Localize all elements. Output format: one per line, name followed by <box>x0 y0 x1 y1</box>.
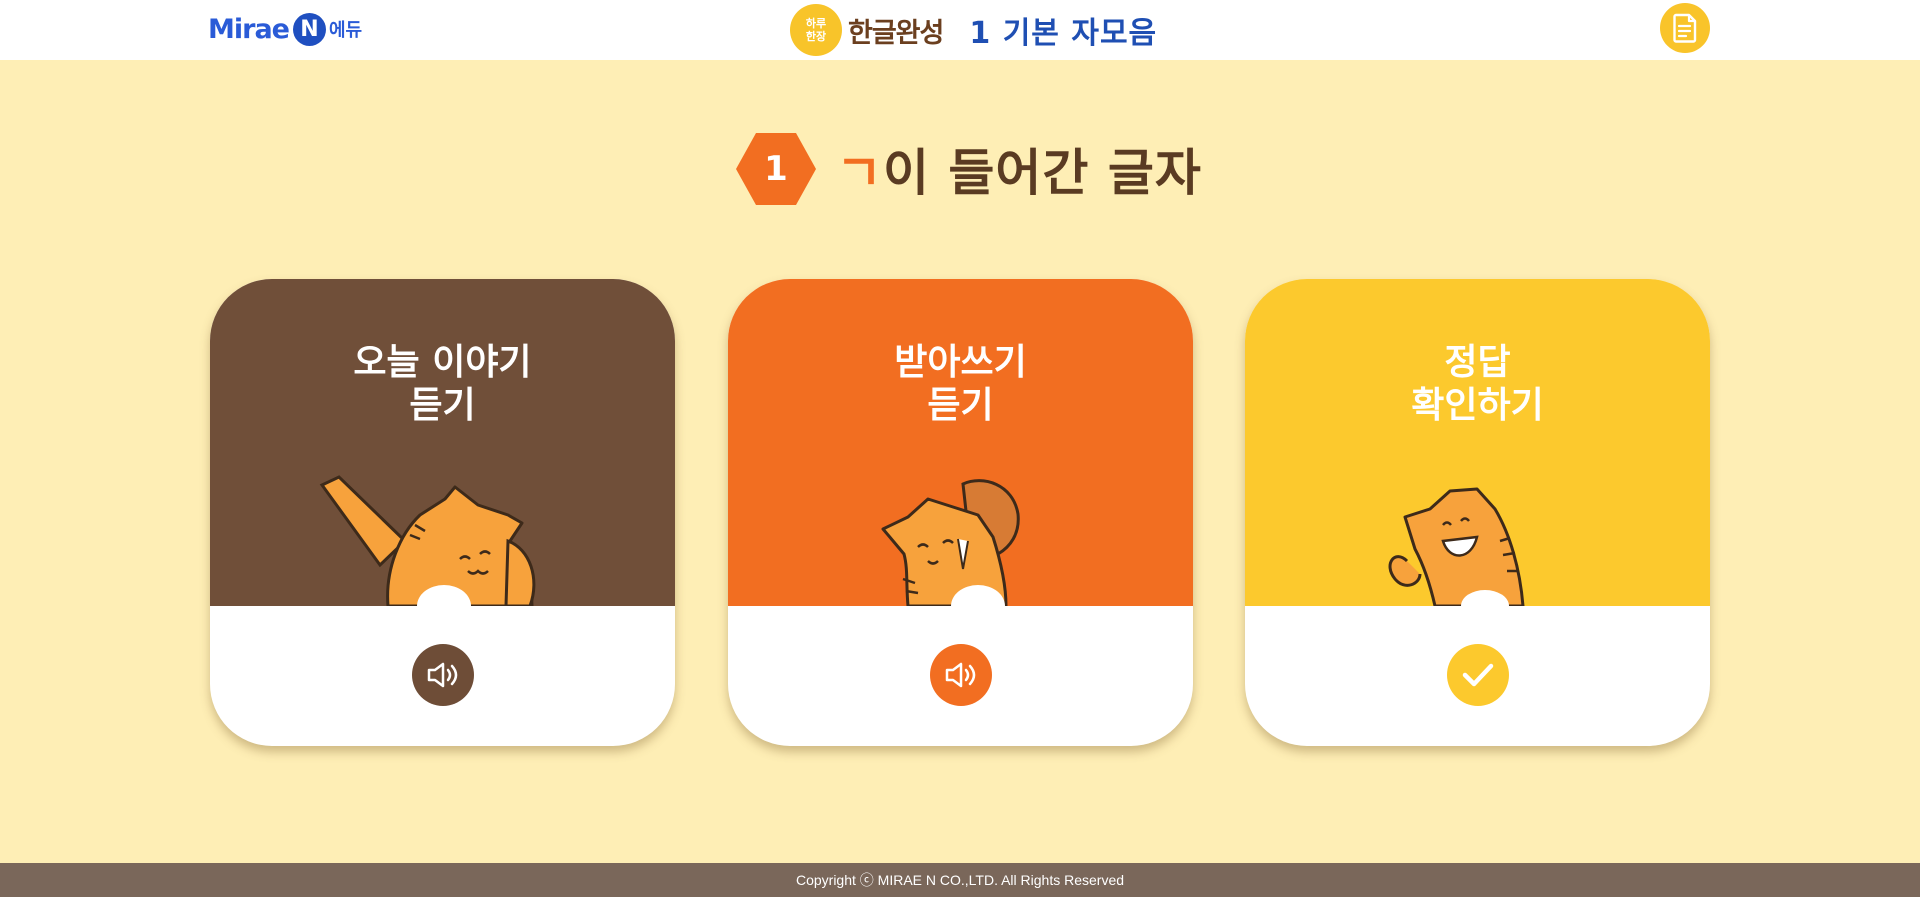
card-listen-story[interactable]: 오늘 이야기 듣기 <box>210 279 675 746</box>
document-icon <box>1673 13 1697 43</box>
check-icon <box>1462 663 1494 687</box>
title-rest: 이 들어간 글자 <box>883 144 1202 202</box>
card-listen-story-button[interactable] <box>412 644 474 706</box>
speaker-icon <box>945 662 976 688</box>
footer: Copyright ⓒ MIRAE N CO.,LTD. All Rights … <box>0 863 1920 897</box>
lesson-title-text: ㄱ이 들어간 글자 <box>836 133 1202 205</box>
brand-badge: 하루 한장 <box>790 4 842 56</box>
title-accent-letter: ㄱ <box>836 144 883 202</box>
card-top: 정답 확인하기 <box>1245 279 1710 606</box>
card-top: 받아쓰기 듣기 <box>728 279 1193 606</box>
card-dictation-listen[interactable]: 받아쓰기 듣기 <box>728 279 1193 746</box>
cat-illustration <box>319 475 536 606</box>
header-title: 1 기본 자모음 <box>969 16 1158 51</box>
brand-name: 한글완성 <box>848 17 944 49</box>
top-header: Mirae N 에듀 하루 한장 한글완성 1 기본 자모음 <box>0 0 1920 60</box>
logo-n-badge: N <box>292 12 326 46</box>
logo-edu-text: 에듀 <box>328 20 363 41</box>
speaker-icon <box>427 662 458 688</box>
lesson-title: 1 ㄱ이 들어간 글자 <box>736 131 1202 207</box>
brand-area: 하루 한장 한글완성 1 기본 자모음 <box>790 0 1157 60</box>
card-top: 오늘 이야기 듣기 <box>210 279 675 606</box>
card-check-answer-button[interactable] <box>1447 644 1509 706</box>
logo-mirae-text: Mirae <box>208 13 290 45</box>
mirae-n-edu-logo[interactable]: Mirae N 에듀 <box>208 12 362 46</box>
card-dictation-listen-button[interactable] <box>930 644 992 706</box>
cat-illustration <box>881 479 1020 606</box>
lesson-number-badge: 1 <box>736 133 816 205</box>
copyright-text: Copyright ⓒ MIRAE N CO.,LTD. All Rights … <box>795 872 1125 888</box>
document-button[interactable] <box>1660 3 1710 53</box>
cat-illustration <box>1388 487 1525 606</box>
card-check-answer[interactable]: 정답 확인하기 <box>1245 279 1710 746</box>
